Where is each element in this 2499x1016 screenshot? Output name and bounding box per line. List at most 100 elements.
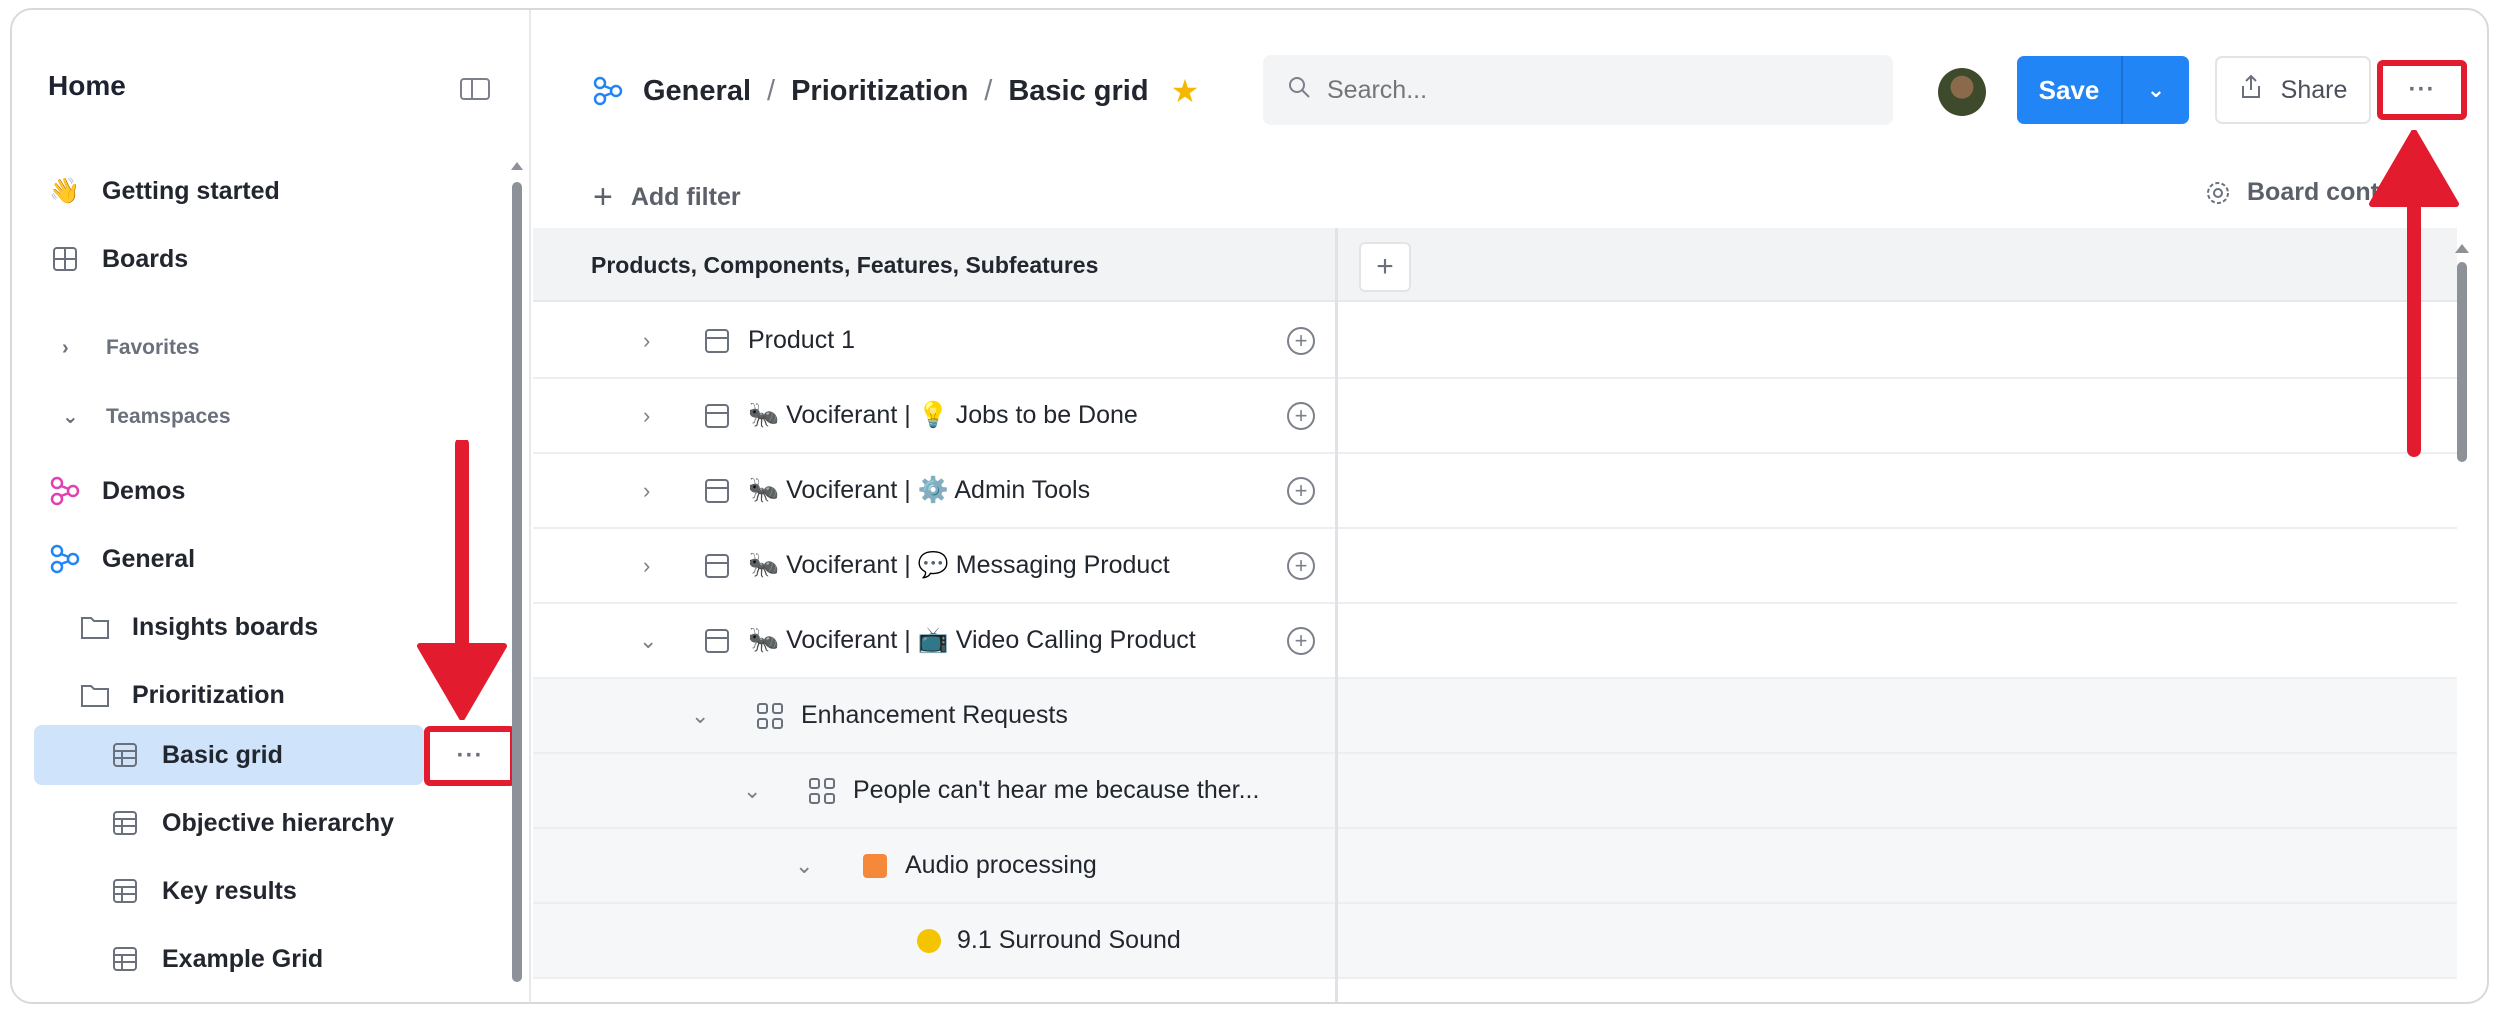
add-child-icon[interactable]: + [1287,551,1315,580]
sidebar-item-boards[interactable]: Boards [48,230,188,288]
sidebar-scrollbar[interactable] [512,182,522,982]
basic-grid-more-button[interactable]: ··· [424,726,516,786]
grid-header: Products, Components, Features, Subfeatu… [533,228,2457,302]
row-prefix: Vociferant | [786,551,911,579]
add-filter-label: Add filter [630,183,741,211]
row-prefix: Vociferant | [786,626,911,654]
row-prefix: Vociferant | [786,401,911,429]
chevron-down-icon[interactable]: ⌄ [743,778,761,804]
add-column-button[interactable]: + [1359,242,1411,292]
chevron-right-icon[interactable]: › [643,478,650,504]
table-row[interactable]: › 🐜 Vociferant | 💡 Jobs to be Done + [533,379,2457,454]
table-row[interactable]: › 🐜 Vociferant | 💬 Messaging Product + [533,529,2457,604]
save-button[interactable]: Save [2017,75,2121,106]
feature-icon [863,853,887,878]
table-row[interactable]: ⌄ People can't hear me because ther... [533,754,2457,829]
row-emoji: 📺 [917,626,949,654]
sidebar-item-label: Example Grid [162,944,324,973]
column-divider[interactable] [1335,228,1338,1002]
main-content: General / Prioritization / Basic grid ★ … [533,10,2487,1002]
sidebar-item-label: Insights boards [132,612,319,641]
board-grid: Products, Components, Features, Subfeatu… [533,228,2457,1002]
chevron-right-icon[interactable]: › [643,403,650,429]
breadcrumb-prioritization[interactable]: Prioritization [791,75,968,108]
document-icon [705,553,729,578]
add-child-icon[interactable]: + [1287,401,1315,430]
table-row[interactable]: 9.1 Surround Sound [533,904,2457,979]
breadcrumb: General / Prioritization / Basic grid ★ [593,72,1199,110]
sidebar-toggle-icon[interactable] [460,78,490,100]
avatar[interactable] [1938,68,1986,116]
teamspace-icon [593,76,623,106]
sidebar-item-label: Basic grid [162,740,283,769]
row-label: 🐜 Vociferant | 📺 Video Calling Product [748,626,1196,654]
annotation-arrow-down [417,440,507,720]
share-button[interactable]: Share [2215,56,2371,124]
grid-icon [48,246,82,272]
breadcrumb-basic-grid: Basic grid [1008,74,1149,107]
add-filter-button[interactable]: + Add filter [593,178,741,217]
sidebar-board-objective-hierarchy[interactable]: Objective hierarchy [108,794,394,852]
star-icon[interactable]: ★ [1171,72,1200,110]
chevron-down-icon[interactable]: ⌄ [691,703,709,729]
document-icon [705,403,729,428]
plus-icon: + [593,178,613,216]
add-child-icon[interactable]: + [1287,326,1315,355]
component-icon [757,702,783,729]
table-icon [108,946,142,972]
sidebar-item-label: General [102,544,196,573]
row-emoji: ⚙️ [917,476,949,504]
table-row[interactable]: ⌄ 🐜 Vociferant | 📺 Video Calling Product… [533,604,2457,679]
add-child-icon[interactable]: + [1287,626,1315,655]
sidebar-item-demos[interactable]: Demos [48,462,185,520]
section-label: Teamspaces [106,404,231,428]
add-child-icon[interactable]: + [1287,476,1315,505]
search-input[interactable] [1327,75,1827,105]
sidebar-section-teamspaces[interactable]: ⌄ Teamspaces [62,404,231,429]
chevron-down-icon[interactable]: ⌄ [639,628,657,654]
column-header: Products, Components, Features, Subfeatu… [591,252,1099,278]
table-icon [108,810,142,836]
sidebar-board-key-results[interactable]: Key results [108,862,297,920]
table-icon [108,878,142,904]
breadcrumb-general[interactable]: General [643,75,751,108]
row-label: Audio processing [905,851,1097,879]
table-row[interactable]: ⌄ Audio processing [533,829,2457,904]
sidebar-section-favorites[interactable]: › Favorites [62,336,199,360]
sidebar-board-basic-grid[interactable]: Basic grid [108,726,283,784]
teamspace-icon [48,544,82,574]
search-bar[interactable] [1263,55,1893,125]
row-title: Jobs to be Done [955,401,1138,429]
sidebar-item-getting-started[interactable]: 👋 Getting started [48,162,280,220]
chevron-down-icon[interactable]: ⌄ [2123,77,2189,103]
sidebar-item-label: Getting started [102,176,280,205]
sidebar-folder-prioritization[interactable]: Prioritization [78,666,285,724]
sidebar-item-label: Boards [102,244,189,273]
sidebar-item-general[interactable]: General [48,530,195,588]
row-title: Admin Tools [954,476,1091,504]
chevron-down-icon: ⌄ [62,406,79,428]
table-row[interactable]: ⌄ Enhancement Requests [533,679,2457,754]
document-icon [705,628,729,653]
sidebar-title: Home [48,70,126,101]
chevron-right-icon[interactable]: › [643,328,650,354]
table-icon [108,742,142,768]
sidebar-folder-insights-boards[interactable]: Insights boards [78,598,318,656]
row-label: 9.1 Surround Sound [957,926,1181,954]
folder-icon [78,614,112,640]
table-row[interactable]: › 🐜 Vociferant | ⚙️ Admin Tools + [533,454,2457,529]
scroll-up-arrow-icon[interactable] [511,162,523,170]
component-icon [809,777,835,804]
table-row[interactable]: › Product 1 + [533,304,2457,379]
sidebar-item-label: Key results [162,876,297,905]
teamspace-icon [48,476,82,506]
row-label: People can't hear me because ther... [853,776,1260,804]
save-button-group[interactable]: Save ⌄ [2017,56,2189,124]
header-more-button[interactable]: ··· [2377,60,2467,120]
board-controls-button[interactable]: Board contr [2205,178,2389,207]
gear-icon [2205,180,2231,206]
sidebar-board-example-grid[interactable]: Example Grid [108,930,323,988]
chevron-right-icon[interactable]: › [643,553,650,579]
row-label: 🐜 Vociferant | ⚙️ Admin Tools [748,476,1091,504]
chevron-down-icon[interactable]: ⌄ [795,853,813,879]
